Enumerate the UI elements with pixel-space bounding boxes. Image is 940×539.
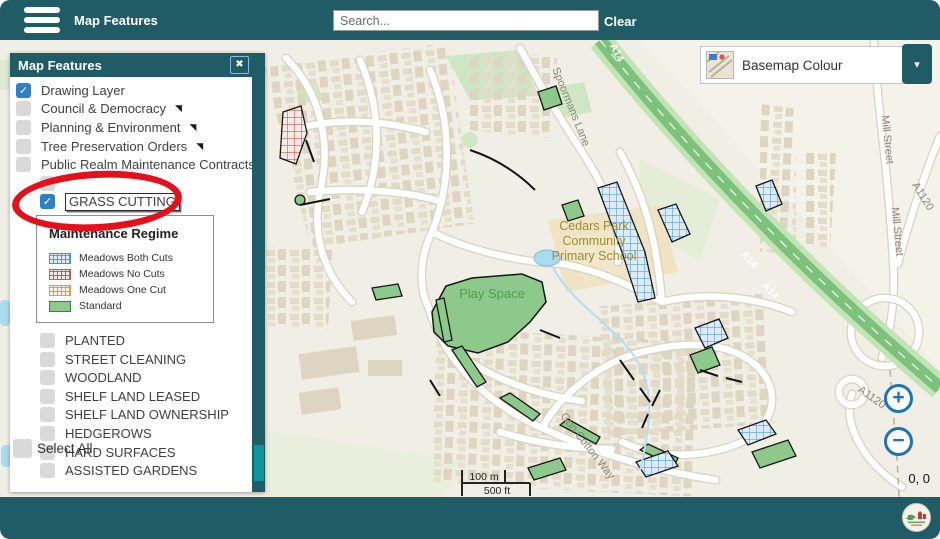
- clear-button[interactable]: Clear: [604, 14, 637, 29]
- swatch-meadows-no-cuts: [49, 269, 71, 280]
- school-label: Community: [562, 234, 626, 248]
- close-icon[interactable]: ✖: [230, 56, 249, 74]
- legend-item: Meadows Both Cuts: [49, 250, 205, 266]
- scale-metric: 100 m: [469, 471, 498, 483]
- panel-title: Map Features: [18, 58, 102, 73]
- play-space-label: Play Space: [459, 286, 525, 301]
- layer-row-planted[interactable]: ✓ PLANTED: [10, 331, 252, 350]
- top-bar: Map Features Clear: [0, 0, 940, 40]
- layer-row-tree-preservation-orders[interactable]: ✓ Tree Preservation Orders ◥: [10, 137, 252, 156]
- checkbox[interactable]: ✓: [40, 389, 55, 404]
- scale-imperial: 500 ft: [484, 485, 510, 497]
- layer-row-grass-cutting[interactable]: ✓ GRASS CUTTING: [10, 193, 252, 212]
- checkbox[interactable]: ✓: [16, 83, 31, 98]
- checkbox[interactable]: ✓: [16, 101, 31, 116]
- checkbox[interactable]: ✓: [40, 370, 55, 385]
- council-logo: [902, 503, 931, 532]
- chevron-down-icon: ▾: [914, 58, 920, 71]
- zoom-in-button[interactable]: +: [884, 384, 913, 413]
- expand-icon[interactable]: ◥: [175, 103, 182, 114]
- checkbox[interactable]: ✓: [16, 139, 31, 154]
- check-icon: ✓: [43, 195, 52, 208]
- checkbox[interactable]: ✓: [16, 157, 31, 172]
- select-all-label: Select All: [37, 441, 93, 456]
- basemap-dropdown-button[interactable]: ▾: [902, 44, 932, 84]
- footer-bar: [0, 497, 940, 539]
- scrollbar-thumb[interactable]: [254, 445, 264, 481]
- layer-row-planning-environment[interactable]: ✓ Planning & Environment ◥: [10, 118, 252, 137]
- layer-row-obscured[interactable]: ✓: [10, 174, 252, 193]
- cursor-coordinates: 0, 0: [908, 471, 930, 486]
- checkbox[interactable]: ✓: [40, 463, 55, 478]
- checkbox[interactable]: ✓: [16, 120, 31, 135]
- layer-row-drawing-layer[interactable]: ✓ Drawing Layer: [10, 81, 252, 100]
- layer-row-shelf-land-ownership[interactable]: ✓ SHELF LAND OWNERSHIP: [10, 406, 252, 425]
- layer-row-public-realm-maintenance[interactable]: ✓ Public Realm Maintenance Contracts ◥: [10, 155, 252, 174]
- map-features-panel: Map Features ✖ ✓ Drawing Layer ✓ Council…: [10, 53, 265, 492]
- checkbox[interactable]: ✓: [40, 176, 55, 191]
- select-all-checkbox[interactable]: ✓: [13, 439, 32, 458]
- swatch-standard: [49, 301, 71, 312]
- app-window: Spoormans Lane Mill Street Mill Street G…: [0, 0, 940, 539]
- checkbox[interactable]: ✓: [40, 407, 55, 422]
- layer-row-shelf-land-leased[interactable]: ✓ SHELF LAND LEASED: [10, 387, 252, 406]
- legend-item: Meadows No Cuts: [49, 266, 205, 282]
- panel-scrollbar[interactable]: [252, 77, 265, 492]
- menu-icon[interactable]: [24, 7, 60, 33]
- app-title: Map Features: [74, 13, 158, 28]
- checkbox[interactable]: ✓: [40, 333, 55, 348]
- maintenance-regime-legend: Maintenance Regime Meadows Both Cuts Mea…: [36, 215, 214, 323]
- select-all-control[interactable]: ✓ Select All: [13, 439, 93, 458]
- search-input[interactable]: [333, 10, 599, 31]
- basemap-thumbnail-icon: [706, 51, 734, 79]
- basemap-label: Basemap Colour: [742, 58, 843, 73]
- swatch-meadows-one-cut: [49, 285, 71, 296]
- layer-row-woodland[interactable]: ✓ WOODLAND: [10, 368, 252, 387]
- legend-item: Standard: [49, 298, 205, 314]
- zoom-out-button[interactable]: −: [884, 427, 913, 456]
- legend-title: Maintenance Regime: [49, 226, 205, 241]
- layer-row-assisted-gardens[interactable]: ✓ ASSISTED GARDENS: [10, 461, 252, 480]
- school-label: Cedars Park: [559, 219, 629, 233]
- checkbox[interactable]: ✓: [40, 352, 55, 367]
- layer-row-council-democracy[interactable]: ✓ Council & Democracy ◥: [10, 100, 252, 119]
- checkbox[interactable]: ✓: [40, 194, 55, 209]
- panel-header: Map Features ✖: [10, 53, 265, 77]
- school-label: Primary School: [552, 249, 637, 263]
- layer-row-street-cleaning[interactable]: ✓ STREET CLEANING: [10, 350, 252, 369]
- legend-item: Meadows One Cut: [49, 282, 205, 298]
- basemap-selector[interactable]: Basemap Colour: [700, 46, 904, 84]
- expand-icon[interactable]: ◥: [196, 141, 203, 152]
- expand-icon[interactable]: ◥: [189, 122, 196, 133]
- layer-list: ✓ Drawing Layer ✓ Council & Democracy ◥ …: [10, 77, 252, 492]
- swatch-meadows-both-cuts: [49, 253, 71, 264]
- check-icon: ✓: [19, 84, 28, 97]
